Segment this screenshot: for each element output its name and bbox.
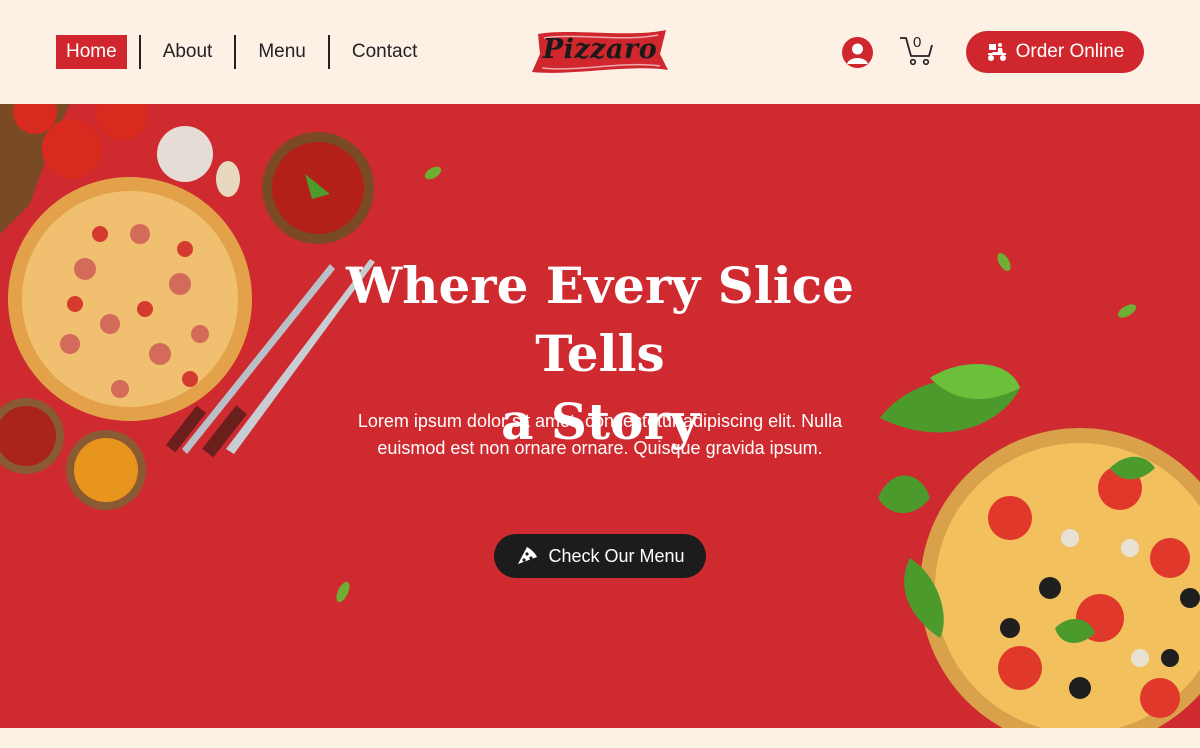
brand-name: Pizzaro	[542, 34, 658, 65]
nav-contact[interactable]: Contact	[330, 35, 439, 69]
hero-title-line1: Where Every Slice Tells	[345, 256, 854, 383]
hero-description: Lorem ipsum dolor sit amet, consectetur …	[357, 411, 843, 458]
basil-leaf-icon	[1117, 304, 1137, 318]
order-online-label: Order Online	[1015, 41, 1125, 62]
nav-menu[interactable]: Menu	[236, 35, 328, 69]
nav-about[interactable]: About	[141, 35, 235, 69]
brand-logo[interactable]: Pizzaro	[530, 26, 670, 78]
pizza-slice-icon	[518, 547, 538, 564]
basil-leaf-icon	[336, 581, 350, 603]
basil-leaf-icon	[424, 166, 442, 180]
check-menu-button[interactable]: Check Our Menu	[494, 534, 706, 578]
basil-leaf-icon	[997, 252, 1011, 272]
nav-home[interactable]: Home	[56, 35, 127, 69]
check-menu-label: Check Our Menu	[548, 545, 685, 566]
hero-food-right-image	[878, 364, 1200, 728]
section-divider	[0, 728, 1200, 748]
delivery-scooter-icon	[987, 43, 1006, 61]
hero-section: Where Every Slice Tells a Story Lorem ip…	[0, 104, 1200, 728]
main-nav: Home About Menu Contact	[56, 35, 439, 69]
user-icon	[847, 43, 868, 64]
order-online-button[interactable]: Order Online	[966, 31, 1144, 73]
site-header: Home About Menu Contact Pizzaro 0 Order …	[0, 0, 1200, 104]
cart-count-badge: 0	[913, 34, 922, 51]
account-button[interactable]	[842, 37, 873, 68]
